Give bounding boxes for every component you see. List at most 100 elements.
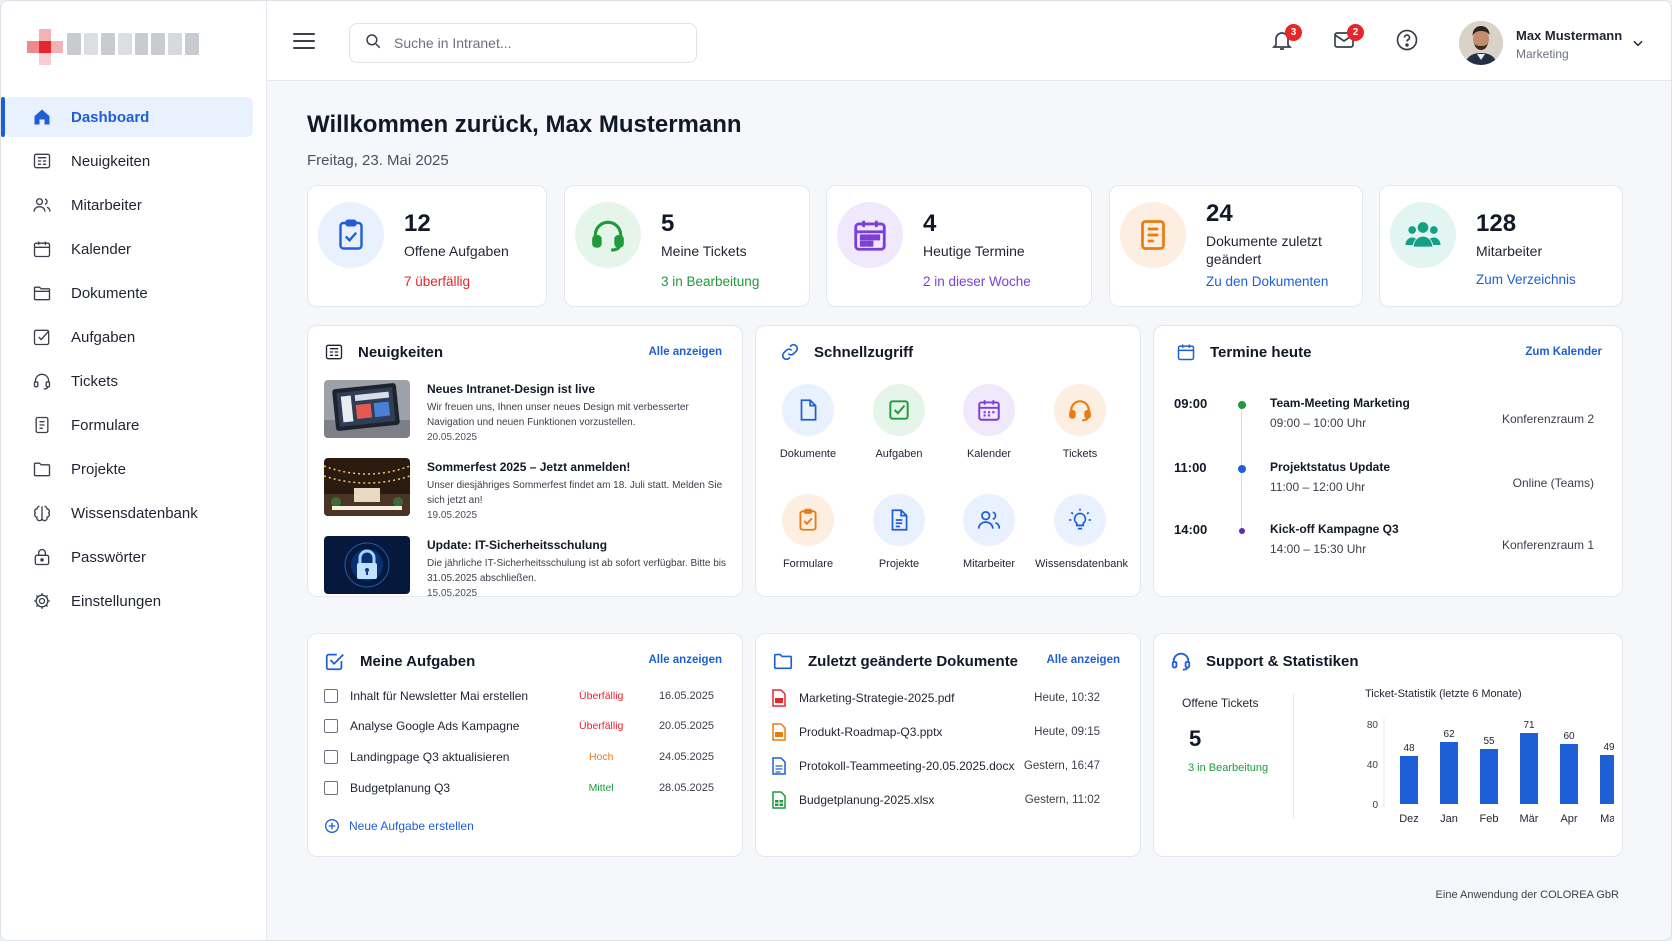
task-checkbox[interactable] (324, 781, 338, 795)
sidebar-item-mitarbeiter[interactable]: Mitarbeiter (5, 185, 253, 225)
news-item[interactable]: Sommerfest 2025 – Jetzt anmelden! Unser … (324, 458, 728, 530)
sidebar-item-einstellungen[interactable]: Einstellungen (5, 581, 253, 621)
appointment-item[interactable]: 14:00 Kick-off Kampagne Q3 14:00 – 15:30… (1174, 522, 1594, 566)
quick-access-card: Schnellzugriff Dokumente Aufgaben Kalend… (755, 325, 1141, 597)
chart-bar (1520, 733, 1538, 804)
quick-link-dokumente[interactable]: Dokumente (763, 384, 853, 460)
new-task-button[interactable]: Neue Aufgabe erstellen (324, 818, 474, 834)
sidebar-item-label: Tickets (71, 372, 118, 390)
new-task-label: Neue Aufgabe erstellen (349, 819, 474, 833)
stat-card-tickets[interactable]: 5 Meine Tickets 3 in Bearbeitung (564, 185, 810, 307)
x-tick-label: Mär (1520, 813, 1539, 825)
logo-mark (27, 29, 63, 65)
sidebar-item-aufgaben[interactable]: Aufgaben (5, 317, 253, 357)
sidebar-item-passwoerter[interactable]: Passwörter (5, 537, 253, 577)
open-tickets-sub: 3 in Bearbeitung (1188, 762, 1269, 774)
document-row[interactable]: Budgetplanung-2025.xlsx Gestern, 11:02 (772, 789, 1100, 811)
sidebar-item-tickets[interactable]: Tickets (5, 361, 253, 401)
sidebar-item-projekte[interactable]: Projekte (5, 449, 253, 489)
news-date: 19.05.2025 (427, 510, 478, 521)
quick-link-kalender[interactable]: Kalender (944, 384, 1034, 460)
menu-toggle-button[interactable] (293, 33, 315, 51)
card-title: Neuigkeiten (358, 343, 444, 361)
x-tick-label: Apr (1560, 813, 1577, 825)
quick-link-formulare[interactable]: Formulare (763, 494, 853, 570)
sidebar-item-label: Einstellungen (71, 592, 162, 610)
folder-icon (31, 458, 53, 480)
bar-value-label: 49 (1603, 742, 1614, 753)
task-title: Landingpage Q3 aktualisieren (350, 750, 510, 764)
messages-button[interactable]: 2 (1329, 24, 1364, 57)
sidebar-item-wissensdatenbank[interactable]: Wissensdatenbank (5, 493, 253, 533)
pptx-file-icon (772, 723, 786, 741)
documents-link[interactable]: Zu den Dokumenten (1206, 274, 1328, 289)
document-row[interactable]: Marketing-Strategie-2025.pdf Heute, 10:3… (772, 687, 1100, 709)
quick-link-wissensdatenbank[interactable]: Wissensdatenbank (1035, 494, 1128, 570)
quick-link-label: Kalender (966, 448, 1012, 460)
sidebar-item-kalender[interactable]: Kalender (5, 229, 253, 269)
task-priority: Überfällig (579, 720, 624, 732)
sidebar-item-dokumente[interactable]: Dokumente (5, 273, 253, 313)
task-row: Budgetplanung Q3 Mittel 28.05.2025 (324, 778, 714, 798)
tasks-all-link[interactable]: Alle anzeigen (649, 654, 723, 666)
logo (27, 29, 203, 65)
sidebar-item-label: Kalender (71, 240, 132, 258)
search-box (349, 23, 697, 63)
stat-label: Offene Aufgaben (404, 243, 509, 259)
tasks-card: Meine Aufgaben Alle anzeigen Inhalt für … (307, 633, 743, 857)
stat-card-appointments[interactable]: 4 Heutige Termine 2 in dieser Woche (826, 185, 1092, 307)
y-tick-label: 40 (1367, 760, 1379, 771)
quick-link-tickets[interactable]: Tickets (1035, 384, 1125, 460)
link-icon (780, 342, 800, 362)
notifications-button[interactable]: 3 (1267, 24, 1302, 57)
news-item[interactable]: Update: IT-Sicherheitsschulung Die jährl… (324, 536, 728, 608)
sidebar-item-dashboard[interactable]: Dashboard (1, 97, 253, 137)
news-card: Neuigkeiten Alle anzeigen Neues Intranet… (307, 325, 743, 599)
quick-link-label: Mitarbeiter (963, 558, 1015, 570)
home-icon (31, 106, 53, 128)
quick-link-projekte[interactable]: Projekte (854, 494, 944, 570)
news-date: 15.05.2025 (427, 588, 478, 599)
appointment-item[interactable]: 09:00 Team-Meeting Marketing 09:00 – 10:… (1174, 396, 1594, 440)
ticket-bar-chart: 0 40 80 48 Dez 62 Jan 55 Feb 71 Mär 60 Apr 49 Mai (1367, 718, 1614, 825)
document-name: Produkt-Roadmap-Q3.pptx (799, 725, 943, 739)
news-title: Update: IT-Sicherheitsschulung (427, 538, 608, 552)
sidebar-item-formulare[interactable]: Formulare (5, 405, 253, 445)
document-row[interactable]: Protokoll-Teammeeting-20.05.2025.docx Ge… (772, 755, 1100, 777)
document-row[interactable]: Produkt-Roadmap-Q3.pptx Heute, 09:15 (772, 721, 1100, 743)
sidebar-item-neuigkeiten[interactable]: Neuigkeiten (5, 141, 253, 181)
menu-icon-line (293, 40, 315, 42)
news-item[interactable]: Neues Intranet-Design ist live Wir freue… (324, 380, 728, 452)
quick-link-aufgaben[interactable]: Aufgaben (854, 384, 944, 460)
task-checkbox[interactable] (324, 750, 338, 764)
appointment-item[interactable]: 11:00 Projektstatus Update 11:00 – 12:00… (1174, 460, 1594, 504)
x-tick-label: Jan (1440, 813, 1458, 825)
chevron-down-icon (1631, 36, 1645, 55)
folder-icon (31, 282, 53, 304)
task-checkbox[interactable] (324, 689, 338, 703)
quick-link-label: Wissensdatenbank (1035, 558, 1128, 570)
stat-card-employees[interactable]: 128 Mitarbeiter Zum Verzeichnis (1379, 185, 1623, 307)
documents-all-link[interactable]: Alle anzeigen (1047, 654, 1121, 666)
chart-bar (1480, 749, 1498, 804)
directory-link[interactable]: Zum Verzeichnis (1476, 272, 1576, 287)
help-button[interactable] (1392, 27, 1422, 57)
calendar-icon (1176, 342, 1196, 362)
bar-value-label: 62 (1443, 729, 1455, 740)
task-title: Inhalt für Newsletter Mai erstellen (350, 689, 529, 703)
stat-card-tasks[interactable]: 12 Offene Aufgaben 7 überfällig (307, 185, 547, 307)
user-menu[interactable]: Max Mustermann Marketing (1459, 21, 1659, 65)
timeline-dot (1238, 401, 1246, 409)
quick-link-mitarbeiter[interactable]: Mitarbeiter (944, 494, 1034, 570)
news-all-link[interactable]: Alle anzeigen (649, 346, 723, 358)
task-date: 20.05.2025 (658, 720, 714, 732)
stat-card-documents[interactable]: 24 Dokumente zuletzt geändert Zu den Dok… (1109, 185, 1363, 307)
stat-value: 12 (404, 210, 431, 237)
chart-bar (1400, 756, 1418, 804)
sidebar-item-label: Dokumente (71, 284, 148, 302)
search-input[interactable] (394, 35, 674, 51)
calendar-link[interactable]: Zum Kalender (1525, 346, 1602, 358)
timeline-dot (1239, 528, 1245, 534)
task-checkbox[interactable] (324, 719, 338, 733)
notifications-badge: 3 (1285, 24, 1302, 41)
